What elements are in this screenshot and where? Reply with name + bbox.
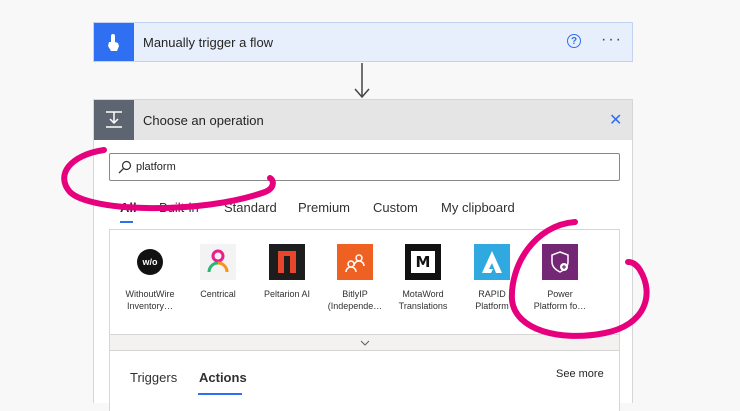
connector-label: Power bbox=[547, 289, 573, 299]
active-tab-indicator bbox=[120, 221, 133, 223]
results-panel: Triggers Actions See more bbox=[109, 351, 620, 411]
centrical-icon bbox=[200, 244, 236, 280]
connector-label: (Independe… bbox=[327, 301, 383, 311]
tab-all[interactable]: All bbox=[120, 200, 137, 215]
active-subtab-indicator bbox=[198, 393, 242, 395]
connector-label: BitlyIP bbox=[342, 289, 368, 299]
search-icon bbox=[118, 160, 132, 174]
collapse-connectors-button[interactable] bbox=[109, 335, 620, 351]
tab-standard[interactable]: Standard bbox=[224, 200, 277, 215]
trigger-title: Manually trigger a flow bbox=[143, 35, 274, 50]
tab-triggers[interactable]: Triggers bbox=[130, 370, 177, 385]
tab-built-in[interactable]: Built-in bbox=[159, 200, 199, 215]
connector-label: Platform fo… bbox=[533, 301, 587, 311]
connector-label: Inventory… bbox=[126, 301, 174, 311]
power-platform-shield-icon bbox=[542, 244, 578, 280]
connector-label: MotaWord bbox=[402, 289, 444, 299]
connector-label: Centrical bbox=[200, 289, 236, 299]
more-options-icon[interactable]: ··· bbox=[601, 31, 623, 49]
search-input[interactable] bbox=[136, 158, 606, 176]
close-icon[interactable]: ✕ bbox=[609, 110, 622, 130]
choose-operation-card: Choose an operation ✕ All Built-in Stand… bbox=[93, 99, 633, 411]
connector-peltarion[interactable]: Peltarion AI bbox=[251, 244, 323, 300]
tab-premium[interactable]: Premium bbox=[298, 200, 350, 215]
connector-label: WithoutWire bbox=[125, 289, 175, 299]
tab-custom[interactable]: Custom bbox=[373, 200, 418, 215]
connector-power-platform[interactable]: Power Platform fo… bbox=[524, 244, 596, 312]
motaword-icon: M bbox=[405, 244, 441, 280]
help-icon[interactable]: ? bbox=[567, 34, 581, 48]
operation-header: Choose an operation ✕ bbox=[94, 100, 632, 140]
connectors-grid: w/o WithoutWire Inventory… Centrical Pel… bbox=[109, 229, 620, 335]
manual-trigger-icon bbox=[94, 23, 134, 61]
operation-title: Choose an operation bbox=[143, 113, 264, 128]
tab-my-clipboard[interactable]: My clipboard bbox=[441, 200, 515, 215]
chevron-down-icon bbox=[360, 340, 369, 346]
connector-label: Platform bbox=[475, 301, 509, 311]
connector-rapid[interactable]: RAPID Platform bbox=[456, 244, 528, 312]
connector-motaword[interactable]: M MotaWord Translations bbox=[387, 244, 459, 312]
peltarion-icon bbox=[269, 244, 305, 280]
rapid-icon bbox=[474, 244, 510, 280]
bitly-icon bbox=[337, 244, 373, 280]
connector-centrical[interactable]: Centrical bbox=[182, 244, 254, 300]
withoutwire-icon: w/o bbox=[132, 244, 168, 280]
connector-label: Translations bbox=[398, 301, 448, 311]
trigger-card[interactable]: Manually trigger a flow ? ··· bbox=[93, 22, 633, 62]
see-more-link[interactable]: See more bbox=[556, 368, 604, 380]
connector-label: Peltarion AI bbox=[263, 289, 311, 299]
connector-bitly[interactable]: BitlyIP (Independe… bbox=[319, 244, 391, 312]
operation-icon bbox=[94, 100, 134, 140]
search-box[interactable] bbox=[109, 153, 620, 181]
connector-withoutwire[interactable]: w/o WithoutWire Inventory… bbox=[114, 244, 186, 312]
tab-actions[interactable]: Actions bbox=[199, 370, 247, 385]
connector-label: RAPID bbox=[478, 289, 506, 299]
connector-arrow-icon bbox=[354, 63, 370, 99]
